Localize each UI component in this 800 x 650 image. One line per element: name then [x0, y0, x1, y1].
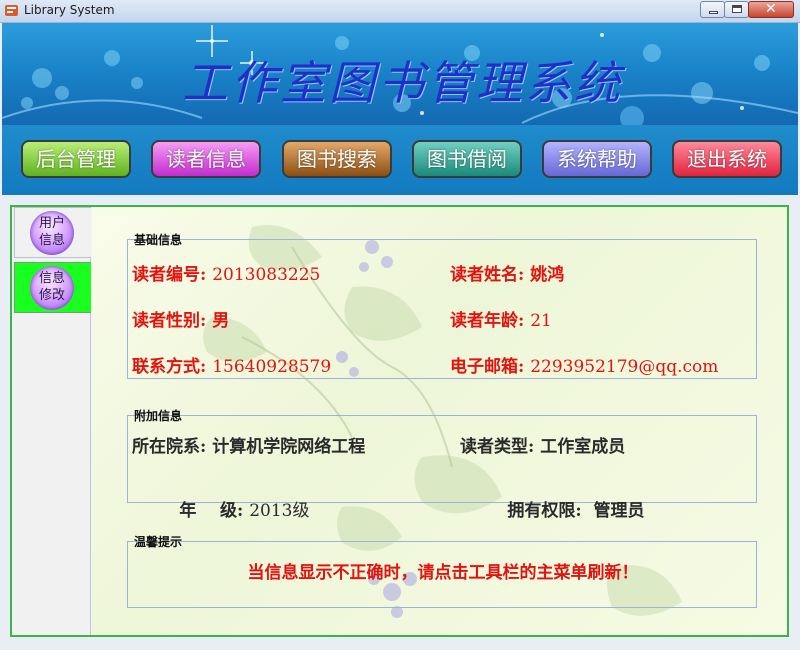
phone-label: 联系方式: — [132, 357, 213, 377]
reader-id-value: 2013083225 — [212, 265, 321, 285]
minimize-button[interactable] — [700, 1, 725, 18]
gender-value: 男 — [212, 311, 230, 331]
sidebar: 用户 信息 信息 修改 — [12, 207, 91, 635]
minimize-icon — [709, 11, 718, 14]
grade-value: 2013级 — [249, 501, 310, 521]
nav-admin-button[interactable]: 后台管理 — [21, 140, 131, 178]
nav-help-button[interactable]: 系统帮助 — [542, 140, 652, 178]
extra-info-group: 附加信息 所在院系: 计算机学院网络工程 读者类型: 工作室成员 年 级: 20… — [127, 409, 757, 521]
phone-value: 15640928579 — [212, 357, 332, 377]
reader-type-label: 读者类型: — [460, 437, 541, 457]
nav-book-search-button[interactable]: 图书搜索 — [282, 140, 392, 178]
sidebar-item-label: 信息 — [38, 271, 65, 286]
reader-name-row: 读者姓名: 姚鸿 — [450, 260, 564, 285]
notice-group: 温馨提示 当信息显示不正确时，请点击工具栏的主菜单刷新！ — [127, 535, 757, 608]
department-label: 所在院系: — [132, 437, 213, 457]
sidebar-item-label: 修改 — [38, 288, 65, 303]
age-value: 21 — [530, 311, 552, 331]
close-icon: ✕ — [765, 1, 777, 17]
user-info-orb-icon: 用户 信息 — [30, 211, 74, 255]
content-frame: 用户 信息 信息 修改 基础信息 读者编号: 2013083225 读者姓名: … — [10, 205, 789, 637]
permission-value: 管理员 — [593, 501, 645, 521]
reader-id-row: 读者编号: 2013083225 — [132, 260, 320, 285]
department-value: 计算机学院网络工程 — [212, 437, 366, 457]
nav-exit-button[interactable]: 退出系统 — [672, 140, 782, 178]
sidebar-item-info-edit[interactable]: 信息 修改 — [14, 262, 91, 313]
reader-info-panel: 基础信息 读者编号: 2013083225 读者姓名: 姚鸿 读者性别: 男 读… — [92, 207, 787, 635]
basic-info-group: 基础信息 读者编号: 2013083225 读者姓名: 姚鸿 读者性别: 男 读… — [127, 233, 757, 379]
app-title: 工作室图书管理系统 — [182, 56, 623, 110]
window-title: Library System — [24, 3, 115, 17]
sidebar-item-label: 信息 — [38, 233, 65, 248]
gender-row: 读者性别: 男 — [132, 306, 229, 331]
sidebar-item-user-info[interactable]: 用户 信息 — [14, 207, 91, 258]
nav-reader-info-button[interactable]: 读者信息 — [151, 140, 261, 178]
permission-label: 拥有权限: — [507, 501, 594, 521]
grade-row: 年 级: 2013级 — [132, 476, 310, 541]
extra-info-legend: 附加信息 — [134, 409, 183, 423]
notice-text: 当信息显示不正确时，请点击工具栏的主菜单刷新！ — [247, 563, 639, 583]
phone-row: 联系方式: 15640928579 — [132, 352, 331, 377]
permission-row: 拥有权限: 管理员 — [460, 476, 644, 541]
age-label: 读者年龄: — [450, 311, 531, 331]
window-titlebar: Library System ✕ — [0, 0, 800, 23]
close-button[interactable]: ✕ — [748, 1, 794, 18]
reader-type-row: 读者类型: 工作室成员 — [460, 432, 625, 457]
banner: 工作室图书管理系统 — [2, 23, 798, 125]
sidebar-item-label: 用户 — [38, 216, 65, 231]
main-nav: 后台管理 读者信息 图书搜索 图书借阅 系统帮助 退出系统 — [2, 125, 798, 195]
grade-label: 年 级: — [179, 501, 250, 521]
app-icon — [5, 5, 18, 16]
maximize-icon — [732, 5, 742, 13]
reader-name-label: 读者姓名: — [450, 265, 531, 285]
age-row: 读者年龄: 21 — [450, 306, 552, 331]
maximize-button[interactable] — [724, 1, 749, 18]
reader-type-value: 工作室成员 — [540, 437, 626, 457]
email-row: 电子邮箱: 2293952179@qq.com — [450, 352, 718, 377]
email-label: 电子邮箱: — [450, 357, 531, 377]
reader-id-label: 读者编号: — [132, 265, 213, 285]
nav-book-borrow-button[interactable]: 图书借阅 — [412, 140, 522, 178]
basic-info-legend: 基础信息 — [134, 233, 183, 247]
email-value: 2293952179@qq.com — [530, 357, 719, 377]
notice-legend: 温馨提示 — [134, 535, 183, 549]
reader-name-value: 姚鸿 — [530, 265, 565, 285]
department-row: 所在院系: 计算机学院网络工程 — [132, 432, 365, 457]
info-edit-orb-icon: 信息 修改 — [30, 266, 74, 310]
gender-label: 读者性别: — [132, 311, 213, 331]
